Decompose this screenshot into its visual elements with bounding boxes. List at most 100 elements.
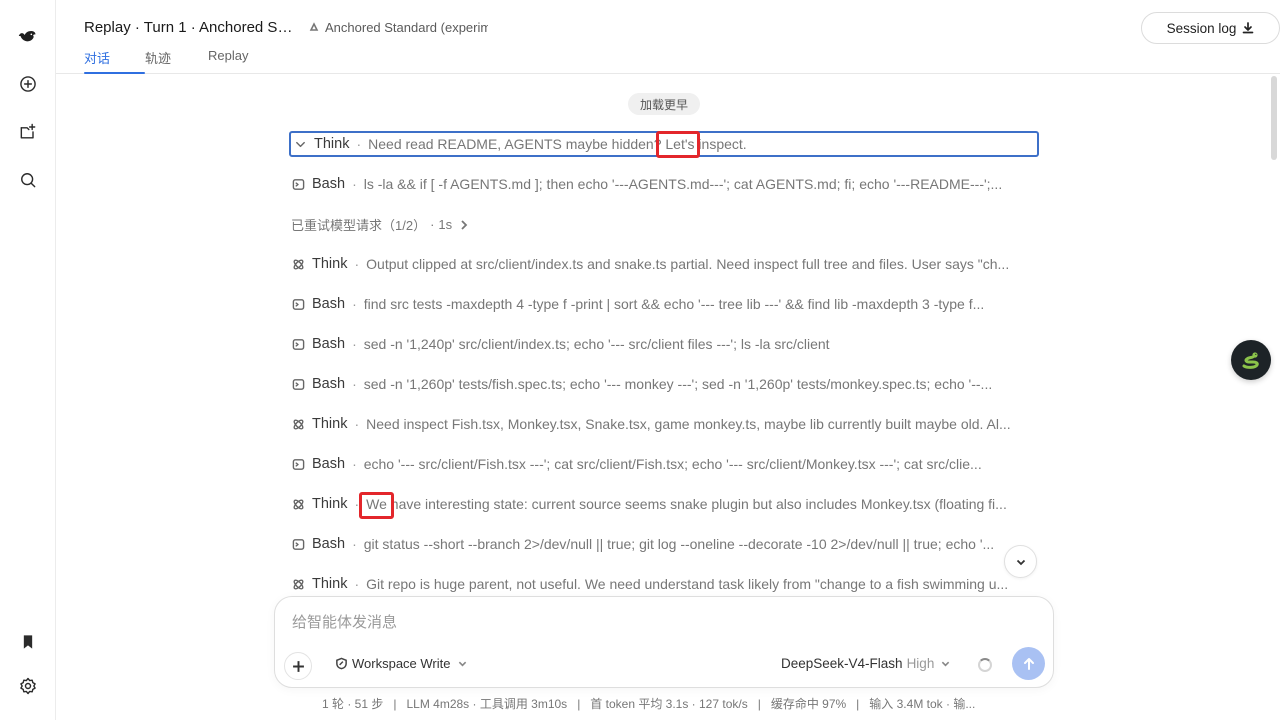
- tab-trajectory[interactable]: 轨迹: [145, 48, 208, 74]
- row-kind: Bash: [312, 296, 346, 312]
- bookmark-icon[interactable]: [16, 630, 40, 654]
- row-text: echo '--- src/client/Fish.tsx ---'; cat …: [363, 456, 982, 472]
- plus-icon: [292, 660, 304, 672]
- row-text: Output clipped at src/client/index.ts an…: [366, 256, 1010, 272]
- status-text: 1 轮 · 51 步 | LLM 4m28s · 工具调用 3m10s | 首 …: [322, 697, 976, 711]
- retry-separator: ·: [430, 217, 435, 232]
- atom-icon: [291, 497, 305, 511]
- row-kind: Bash: [312, 336, 346, 352]
- row-text: git status --short --branch 2>/dev/null …: [363, 536, 995, 552]
- new-chat-icon[interactable]: [16, 72, 40, 96]
- row-text: sed -n '1,240p' src/client/index.ts; ech…: [363, 336, 830, 352]
- timeline-row-bash[interactable]: Bash · find src tests -maxdepth 4 -type …: [289, 291, 1039, 317]
- row-kind: Bash: [312, 456, 346, 472]
- row-separator: ·: [352, 296, 357, 312]
- retry-notice[interactable]: 已重试模型请求（1/2） · 1s: [291, 215, 469, 234]
- message-composer: 给智能体发消息 Workspace Write DeepSeek-V4-Flas…: [274, 596, 1054, 688]
- retry-time: 1s: [438, 217, 453, 232]
- terminal-icon: [291, 377, 305, 391]
- row-separator: ·: [356, 136, 362, 152]
- row-text: Git repo is huge parent, not useful. We …: [366, 576, 1009, 592]
- loading-spinner: [978, 658, 992, 672]
- recycle-icon: [309, 21, 319, 31]
- workspace-label: Workspace Write: [352, 656, 451, 671]
- row-separator: ·: [354, 496, 360, 512]
- row-separator: ·: [352, 336, 357, 352]
- terminal-icon: [291, 297, 305, 311]
- chevron-down-icon: [1016, 559, 1025, 565]
- row-text: find src tests -maxdepth 4 -type f -prin…: [363, 296, 985, 312]
- timeline-row-think[interactable]: Think · Git repo is huge parent, not use…: [289, 571, 1039, 597]
- new-project-icon[interactable]: [16, 120, 40, 144]
- row-kind: Think: [312, 256, 348, 272]
- status-bar: 1 轮 · 51 步 | LLM 4m28s · 工具调用 3m10s | 首 …: [322, 695, 975, 712]
- row-text: sed -n '1,260p' tests/fish.spec.ts; echo…: [363, 376, 993, 392]
- shield-edit-icon: [336, 657, 347, 670]
- model-name: DeepSeek-V4-Flash: [781, 656, 903, 671]
- model-selector[interactable]: DeepSeek-V4-Flash High: [781, 656, 950, 671]
- download-icon: [1243, 22, 1254, 34]
- left-rail: [0, 0, 56, 720]
- workspace-selector[interactable]: Workspace Write: [335, 656, 467, 671]
- row-text: Need inspect Fish.tsx, Monkey.tsx, Snake…: [366, 416, 1011, 432]
- row-separator: ·: [354, 576, 360, 592]
- row-separator: ·: [352, 176, 357, 192]
- row-separator: ·: [352, 536, 357, 552]
- scroll-to-bottom-button[interactable]: [1004, 545, 1037, 578]
- session-log-label: Session log: [1166, 20, 1237, 36]
- chevron-down-icon: [458, 661, 466, 667]
- load-earlier-button[interactable]: 加载更早: [628, 93, 700, 115]
- retry-label: 已重试模型请求（1/2）: [291, 218, 427, 233]
- timeline-row-think[interactable]: Think · Need read README, AGENTS maybe h…: [289, 131, 1039, 157]
- page-title: Replay · Turn 1 · Anchored St...: [84, 19, 294, 36]
- timeline-row-think[interactable]: Think · Need inspect Fish.tsx, Monkey.ts…: [289, 411, 1039, 437]
- attach-button[interactable]: [284, 652, 312, 680]
- header: Replay · Turn 1 · Anchored St... Anchore…: [56, 0, 1280, 74]
- row-separator: ·: [354, 416, 360, 432]
- row-separator: ·: [352, 376, 357, 392]
- terminal-icon: [291, 537, 305, 551]
- row-kind: Think: [312, 576, 348, 592]
- timeline-row-think[interactable]: Think · Output clipped at src/client/ind…: [289, 251, 1039, 277]
- tab-bar: 对话 轨迹 Replay: [84, 48, 268, 74]
- timeline-row-bash[interactable]: Bash · echo '--- src/client/Fish.tsx ---…: [289, 451, 1039, 477]
- timeline-row-bash[interactable]: Bash · sed -n '1,240p' src/client/index.…: [289, 331, 1039, 357]
- mode-label[interactable]: Anchored Standard (experim: [308, 20, 488, 35]
- atom-icon: [291, 577, 305, 591]
- timeline-row-think[interactable]: Think · We have interesting state: curre…: [289, 491, 1039, 517]
- chevron-right-icon: [461, 219, 468, 230]
- chevron-down-icon[interactable]: [293, 137, 307, 151]
- row-text: ls -la && if [ -f AGENTS.md ]; then echo…: [363, 176, 1003, 192]
- settings-icon[interactable]: [16, 674, 40, 698]
- reasoning-level: High: [906, 656, 935, 671]
- chevron-down-icon: [942, 661, 950, 667]
- session-log-button[interactable]: Session log: [1141, 12, 1280, 44]
- mode-text: Anchored Standard (experim: [325, 20, 488, 35]
- send-button[interactable]: [1012, 647, 1045, 680]
- app-logo-icon[interactable]: [16, 24, 40, 48]
- row-kind: Bash: [312, 536, 346, 552]
- tab-conversation[interactable]: 对话: [84, 48, 145, 74]
- tab-replay[interactable]: Replay: [208, 48, 268, 74]
- atom-icon: [291, 417, 305, 431]
- search-icon[interactable]: [16, 168, 40, 192]
- row-text: Need read README, AGENTS maybe hidden? L…: [368, 136, 747, 152]
- row-kind: Bash: [312, 176, 346, 192]
- row-kind: Think: [312, 496, 348, 512]
- terminal-icon: [291, 177, 305, 191]
- atom-icon: [291, 257, 305, 271]
- row-kind: Bash: [312, 376, 346, 392]
- row-separator: ·: [352, 456, 357, 472]
- timeline-row-bash[interactable]: Bash · git status --short --branch 2>/de…: [289, 531, 1039, 557]
- row-kind: Think: [312, 416, 348, 432]
- snake-pet-button[interactable]: [1231, 340, 1271, 380]
- message-input[interactable]: 给智能体发消息: [292, 611, 397, 632]
- arrow-up-icon: [1023, 657, 1034, 670]
- snake-icon: [1242, 352, 1259, 369]
- scrollbar[interactable]: [1271, 76, 1277, 160]
- timeline-row-bash[interactable]: Bash · sed -n '1,260p' tests/fish.spec.t…: [289, 371, 1039, 397]
- timeline-row-bash[interactable]: Bash · ls -la && if [ -f AGENTS.md ]; th…: [289, 171, 1039, 197]
- row-kind: Think: [314, 136, 350, 152]
- terminal-icon: [291, 337, 305, 351]
- terminal-icon: [291, 457, 305, 471]
